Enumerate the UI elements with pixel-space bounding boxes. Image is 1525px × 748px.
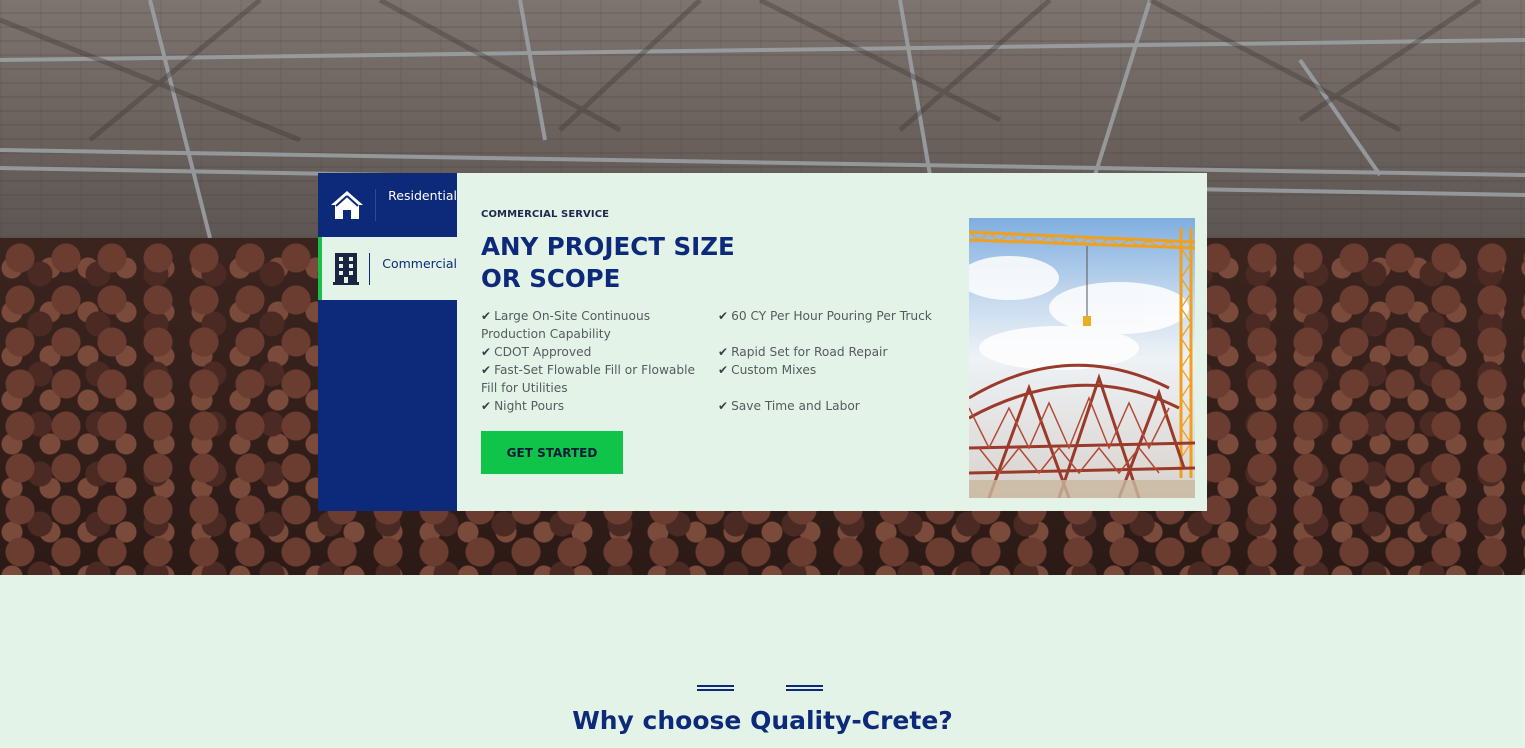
feature-item: ✔ Custom Mixes — [718, 361, 948, 379]
tab-commercial[interactable]: Commercial — [318, 237, 457, 300]
feature-item: ✔ Large On-Site Continuous Production Cap… — [481, 307, 696, 343]
feature-text: Large On-Site Continuous Production Capa… — [481, 309, 651, 341]
service-tabs: Residential Commercial — [318, 173, 457, 511]
feature-text: Fast-Set Flowable Fill or Flowable Fill … — [481, 363, 696, 395]
check-icon: ✔ — [481, 363, 492, 377]
check-icon: ✔ — [718, 363, 729, 377]
building-icon — [322, 237, 369, 300]
feature-item: ✔ 60 CY Per Hour Pouring Per Truck — [718, 307, 948, 325]
tab-residential-label: Residential — [388, 188, 457, 203]
feature-item: ✔ Night Pours — [481, 397, 696, 415]
feature-column-2: ✔ 60 CY Per Hour Pouring Per Truck ✔ Rapid… — [718, 307, 948, 415]
check-icon: ✔ — [481, 309, 492, 323]
commercial-panel: COMMERCIAL SERVICE ANY PROJECT SIZE OR S… — [457, 173, 1207, 511]
section-divider-left — [697, 685, 734, 691]
home-icon — [318, 173, 375, 236]
tab-residential[interactable]: Residential — [318, 173, 457, 236]
feature-column-1: ✔ Large On-Site Continuous Production Cap… — [481, 307, 696, 415]
feature-text: 60 CY Per Hour Pouring Per Truck — [731, 309, 932, 323]
check-icon: ✔ — [481, 345, 492, 359]
construction-crane-photo — [969, 218, 1195, 498]
feature-item: ✔ Fast-Set Flowable Fill or Flowable Fill… — [481, 361, 696, 397]
feature-text: Night Pours — [494, 399, 565, 413]
check-icon: ✔ — [481, 399, 492, 413]
feature-item: ✔ CDOT Approved — [481, 343, 696, 361]
feature-text: Rapid Set for Road Repair — [731, 345, 888, 359]
check-icon: ✔ — [718, 345, 729, 359]
panel-headline: ANY PROJECT SIZE OR SCOPE — [481, 232, 735, 293]
feature-text: CDOT Approved — [494, 345, 592, 359]
check-icon: ✔ — [718, 399, 729, 413]
feature-item: ✔ Save Time and Labor — [718, 397, 948, 415]
get-started-button[interactable]: GET STARTED — [481, 431, 623, 474]
check-icon: ✔ — [718, 309, 729, 323]
section-divider-right — [786, 685, 823, 691]
section-title: Why choose Quality-Crete? — [572, 706, 953, 735]
feature-text: Save Time and Labor — [731, 399, 860, 413]
panel-eyebrow: COMMERCIAL SERVICE — [481, 209, 610, 220]
feature-text: Custom Mixes — [731, 363, 817, 377]
tab-commercial-label: Commercial — [382, 256, 457, 271]
tab-separator — [375, 188, 377, 221]
tab-separator — [369, 252, 371, 285]
feature-item: ✔ Rapid Set for Road Repair — [718, 343, 948, 361]
service-card: Residential Commercial COMMERCIAL SERVIC… — [318, 173, 1207, 511]
